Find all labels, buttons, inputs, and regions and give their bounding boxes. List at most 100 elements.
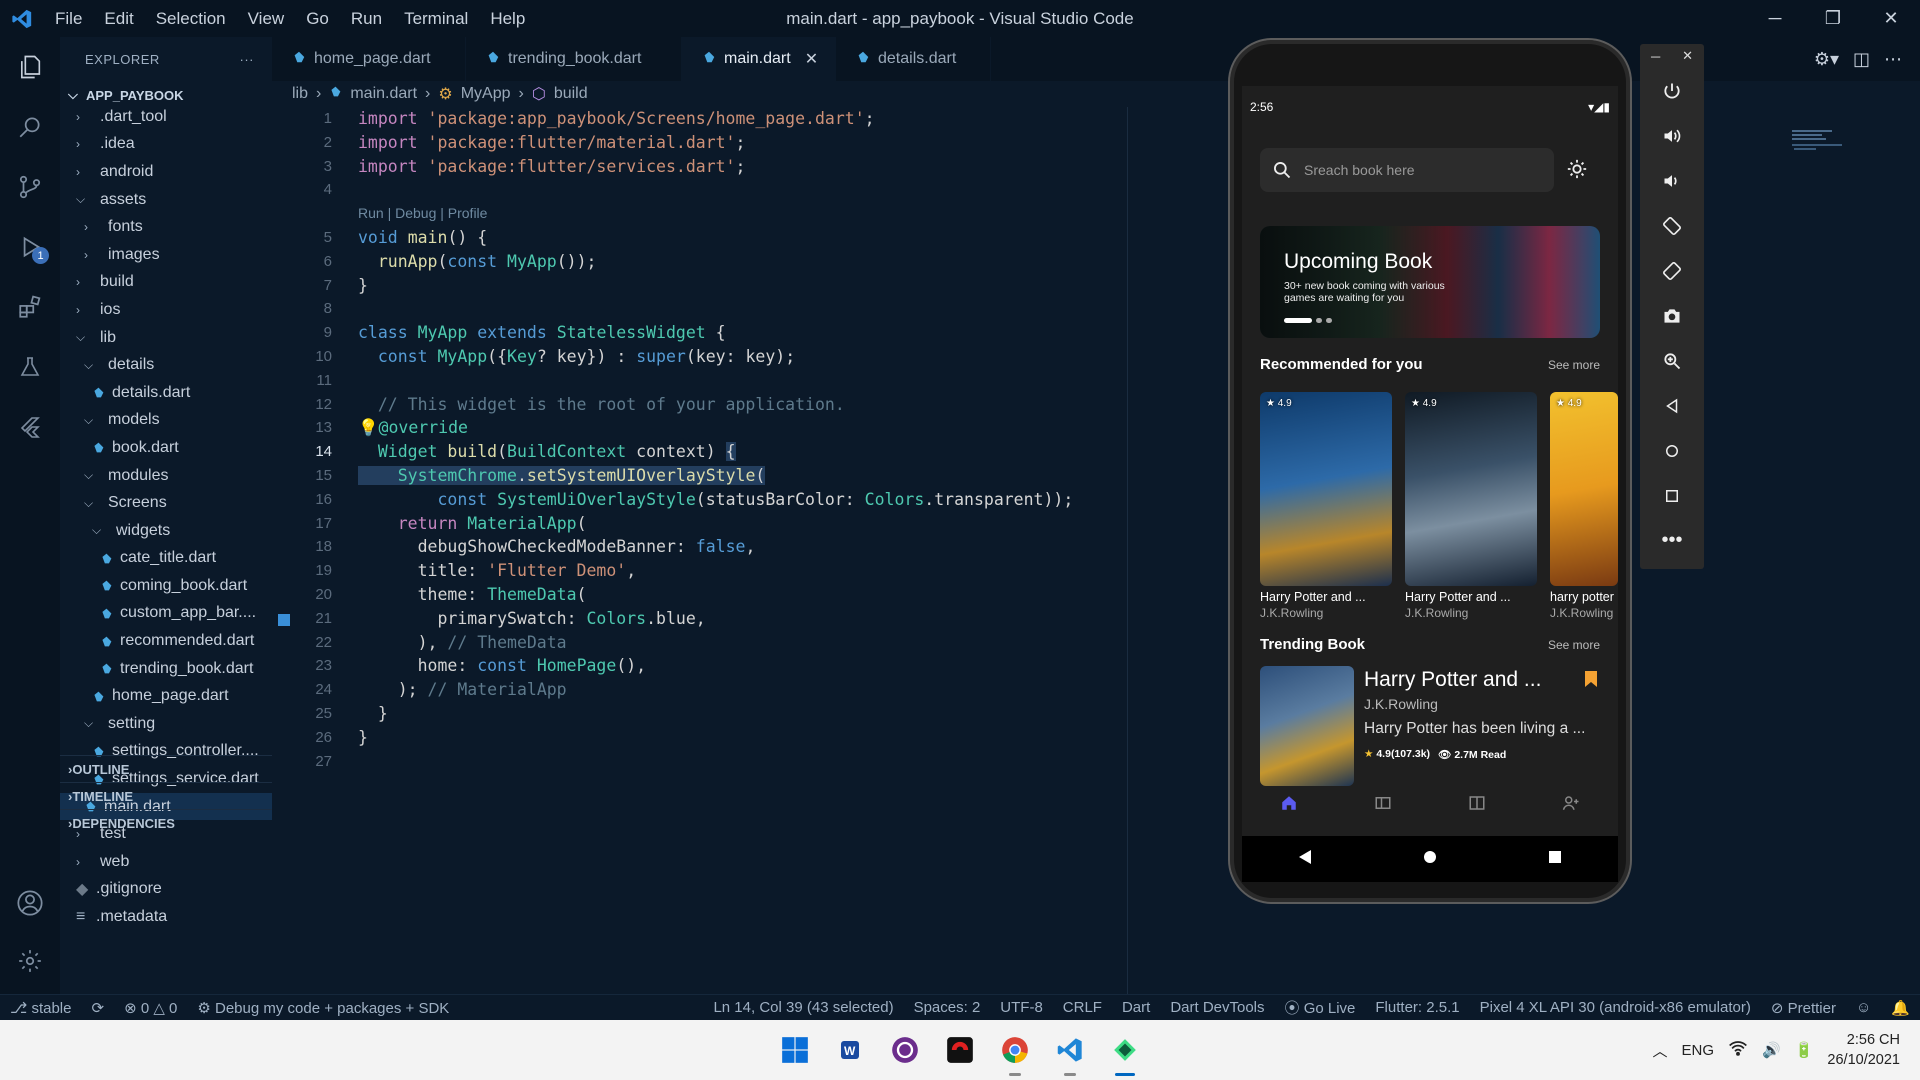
outline-section[interactable]: › OUTLINE [60, 755, 272, 782]
cursor-position[interactable]: Ln 14, Col 39 (43 selected) [703, 999, 903, 1016]
tree-folder[interactable]: ⌵ lib [60, 324, 272, 352]
indentation-status[interactable]: Spaces: 2 [904, 999, 991, 1016]
tree-file[interactable]: coming_book.dart [60, 572, 272, 600]
tree-folder[interactable]: › ios [60, 296, 272, 324]
tree-folder[interactable]: ⌵ assets [60, 186, 272, 214]
timeline-section[interactable]: › TIMELINE [60, 782, 272, 809]
back-triangle-icon[interactable] [1298, 849, 1312, 870]
book-card[interactable]: ★ 4.9 Harry Potter and ... J.K.Rowling [1260, 392, 1392, 620]
rotate-left-icon[interactable] [1640, 203, 1704, 248]
menu-terminal[interactable]: Terminal [393, 0, 479, 37]
menu-view[interactable]: View [237, 0, 296, 37]
tree-folder[interactable]: › images [60, 241, 272, 269]
library-nav-icon[interactable] [1374, 794, 1392, 817]
tree-file[interactable]: book.dart [60, 434, 272, 462]
minimap[interactable] [1790, 128, 1870, 168]
menu-file[interactable]: File [44, 0, 93, 37]
code-content[interactable]: import 'package:app_paybook/Screens/home… [358, 107, 1073, 773]
volume-up-icon[interactable] [1640, 113, 1704, 158]
tree-folder[interactable]: ⌵ modules [60, 462, 272, 490]
emulator-close-button[interactable]: ✕ [1682, 48, 1693, 64]
breadcrumb-file[interactable]: main.dart [350, 85, 417, 103]
recommended-see-more[interactable]: See more [1548, 358, 1600, 372]
settings-gear-icon[interactable] [0, 931, 60, 991]
language-status[interactable]: Dart [1112, 999, 1160, 1016]
menu-edit[interactable]: Edit [93, 0, 144, 37]
breadcrumb-class[interactable]: MyApp [461, 85, 511, 103]
tree-file[interactable]: home_page.dart [60, 682, 272, 710]
book-card[interactable]: ★ 4.9 harry potter J.K.Rowling [1550, 392, 1618, 620]
run-debug-dropdown-icon[interactable]: ⚙▾ [1814, 49, 1839, 70]
prettier-status[interactable]: ⊘ Prettier [1761, 999, 1846, 1017]
tree-file[interactable]: details.dart [60, 379, 272, 407]
search-icon[interactable] [0, 97, 60, 157]
tree-folder[interactable]: ⌵ widgets [60, 517, 272, 545]
trending-see-more[interactable]: See more [1548, 638, 1600, 652]
tab-main[interactable]: main.dart ✕ [682, 37, 836, 81]
breadcrumb-method[interactable]: build [554, 85, 588, 103]
minimize-button[interactable]: ─ [1746, 0, 1804, 37]
branch-status[interactable]: ⎇ stable [0, 999, 81, 1017]
tree-file[interactable]: trending_book.dart [60, 655, 272, 683]
book-search-input[interactable]: Sreach book here [1260, 148, 1554, 192]
battery-icon[interactable]: 🔋 [1795, 1041, 1814, 1059]
book-nav-icon[interactable] [1468, 794, 1486, 817]
tree-folder[interactable]: › .dart_tool [60, 103, 272, 131]
rotate-right-icon[interactable] [1640, 248, 1704, 293]
tab-home-page[interactable]: home_page.dart [272, 37, 466, 81]
bookmark-icon[interactable] [1584, 670, 1598, 693]
emulator-screen[interactable]: 2:56 ▾◢▮ Sreach book here Upcoming Book … [1242, 86, 1618, 836]
home-icon[interactable] [1640, 428, 1704, 473]
tree-folder[interactable]: ⌵ details [60, 351, 272, 379]
volume-icon[interactable]: 🔊 [1762, 1041, 1781, 1059]
tree-file[interactable]: recommended.dart [60, 627, 272, 655]
close-tab-icon[interactable]: ✕ [805, 49, 818, 69]
tree-file[interactable]: ◆ .gitignore [60, 876, 272, 904]
account-icon[interactable] [0, 873, 60, 933]
menu-go[interactable]: Go [295, 0, 340, 37]
eol-status[interactable]: CRLF [1053, 999, 1112, 1016]
encoding-status[interactable]: UTF-8 [990, 999, 1053, 1016]
wifi-icon[interactable] [1728, 1040, 1748, 1060]
more-actions-icon[interactable]: ⋯ [1884, 49, 1902, 70]
garena-app-icon[interactable] [940, 1030, 980, 1070]
split-editor-icon[interactable]: ◫ [1853, 49, 1870, 70]
start-button[interactable] [775, 1030, 815, 1070]
breadcrumb-lib[interactable]: lib [292, 85, 308, 103]
vscode-app-icon[interactable] [1050, 1030, 1090, 1076]
devtools-status[interactable]: Dart DevTools [1160, 999, 1274, 1016]
more-options-icon[interactable]: ••• [1640, 518, 1704, 563]
dependencies-section[interactable]: › DEPENDENCIES [60, 809, 272, 836]
notifications-bell-icon[interactable]: 🔔 [1881, 999, 1920, 1017]
recents-square-icon[interactable] [1548, 850, 1562, 869]
input-language[interactable]: ENG [1682, 1042, 1715, 1059]
menu-selection[interactable]: Selection [145, 0, 237, 37]
book-card[interactable]: ★ 4.9 Harry Potter and ... J.K.Rowling [1405, 392, 1537, 620]
add-user-nav-icon[interactable] [1562, 794, 1580, 817]
flutter-version[interactable]: Flutter: 2.5.1 [1365, 999, 1469, 1016]
tree-folder[interactable]: › .idea [60, 131, 272, 159]
tree-folder[interactable]: › web [60, 848, 272, 876]
extensions-icon[interactable] [0, 277, 60, 337]
taskbar-clock[interactable]: 2:56 CH 26/10/2021 [1827, 1030, 1900, 1070]
obs-app-icon[interactable] [885, 1030, 925, 1070]
upcoming-book-banner[interactable]: Upcoming Book 30+ new book coming with v… [1260, 226, 1600, 338]
explorer-more-button[interactable]: ··· [240, 52, 255, 67]
menu-run[interactable]: Run [340, 0, 393, 37]
android-emulator-app-icon[interactable] [1105, 1030, 1145, 1076]
testing-icon[interactable] [0, 337, 60, 397]
word-app-icon[interactable]: W [830, 1030, 870, 1070]
tree-file[interactable]: custom_app_bar.... [60, 600, 272, 628]
trending-book-item[interactable]: Harry Potter and ... J.K.Rowling Harry P… [1260, 666, 1600, 786]
tab-details[interactable]: details.dart [836, 37, 991, 81]
tree-file[interactable]: ≡ .metadata [60, 903, 272, 931]
device-status[interactable]: Pixel 4 XL API 30 (android-x86 emulator) [1470, 999, 1761, 1016]
tree-folder[interactable]: › android [60, 158, 272, 186]
debug-mode-status[interactable]: ⚙ Debug my code + packages + SDK [187, 999, 459, 1017]
camera-icon[interactable] [1640, 293, 1704, 338]
close-window-button[interactable]: ✕ [1862, 0, 1920, 37]
tree-folder[interactable]: › build [60, 269, 272, 297]
problems-status[interactable]: ⊗ 0 △ 0 [114, 999, 187, 1017]
explorer-icon[interactable] [0, 37, 60, 97]
home-nav-icon[interactable] [1280, 794, 1298, 817]
